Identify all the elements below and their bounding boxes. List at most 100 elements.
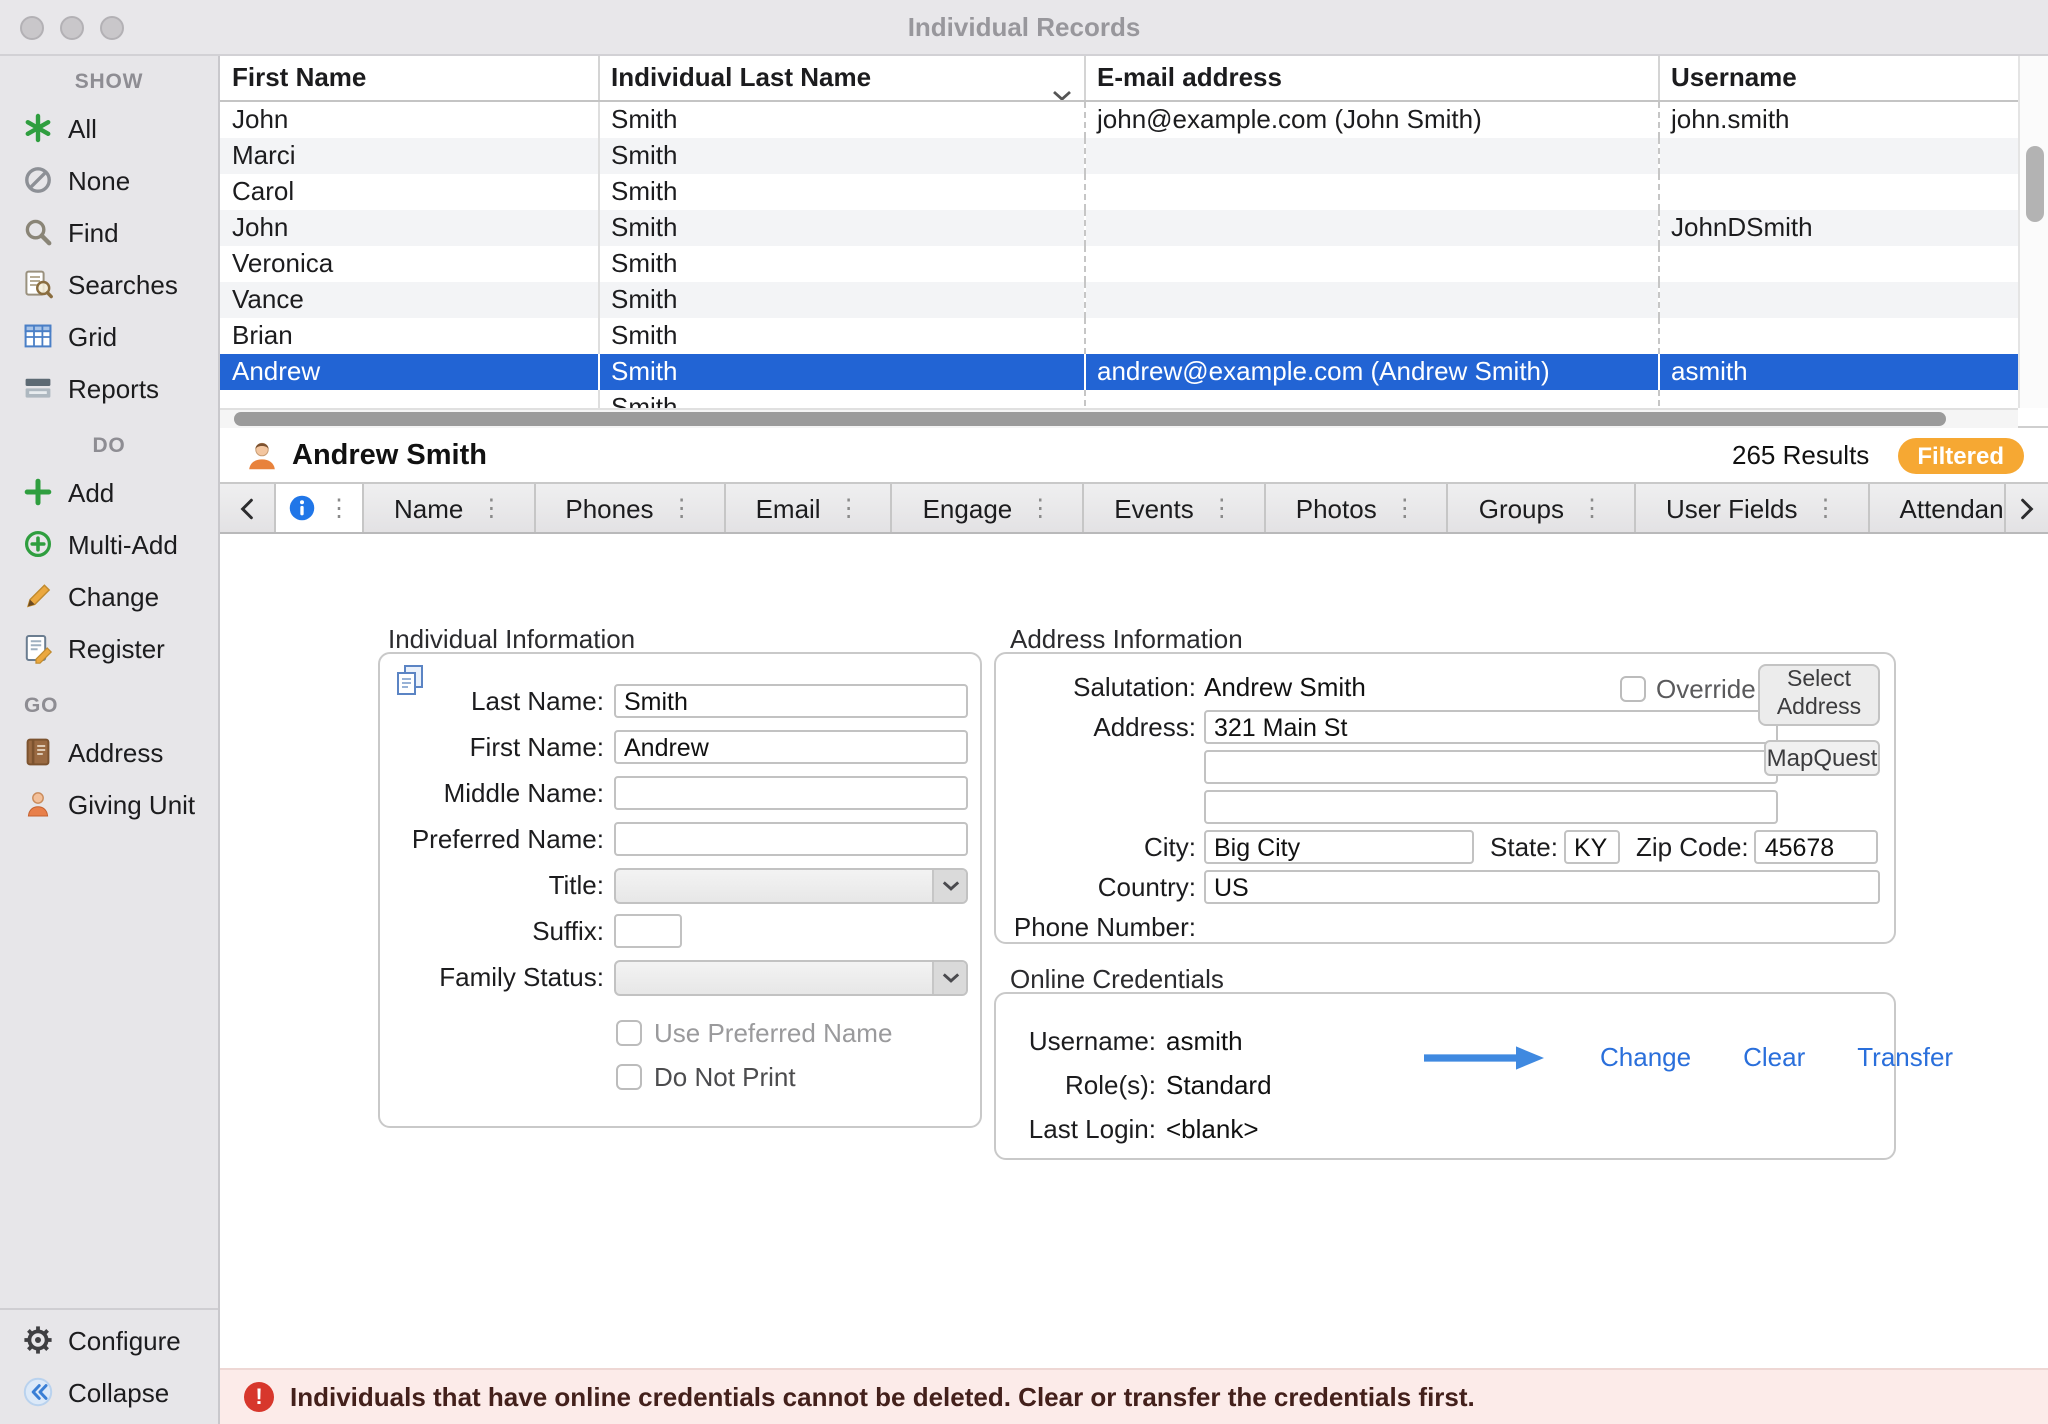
field-input-first-name[interactable] (614, 730, 968, 764)
slash-circle-icon (22, 164, 54, 196)
credential-label: Last Login: (996, 1113, 1156, 1143)
tab-menu-dots[interactable]: ⋮ (1814, 496, 1838, 520)
table-row[interactable]: JohnSmithjohn@example.com (John Smith)jo… (220, 101, 2018, 138)
table-row[interactable]: BrianSmith (220, 318, 2018, 354)
sidebar-item-configure[interactable]: Configure (0, 1314, 218, 1366)
field-input-last-name[interactable] (614, 684, 968, 718)
tab-phones[interactable]: Phones⋮ (535, 484, 725, 532)
minimize-window-button[interactable] (60, 16, 84, 40)
tab-menu-dots[interactable]: ⋮ (479, 496, 503, 520)
field-select-title[interactable] (614, 867, 968, 903)
tab-menu-dots[interactable]: ⋮ (837, 496, 861, 520)
tab-menu-dots[interactable]: ⋮ (327, 496, 351, 520)
sidebar-item-register[interactable]: Register (0, 622, 218, 674)
vertical-scrollbar-thumb[interactable] (2026, 146, 2044, 222)
tab-photos[interactable]: Photos⋮ (1266, 484, 1449, 532)
sidebar-item-label: Grid (68, 321, 117, 351)
field-row-title: Title: (380, 862, 968, 908)
table-row[interactable]: CarolSmith (220, 174, 2018, 210)
checkbox-do-not-print[interactable]: Do Not Print (616, 1054, 892, 1098)
override-checkbox[interactable]: Override (1620, 674, 1756, 704)
table-row[interactable]: VanceSmith (220, 282, 2018, 318)
sidebar-item-label: None (68, 165, 130, 195)
tab-name[interactable]: Name⋮ (364, 484, 535, 532)
tab-menu-dots[interactable]: ⋮ (1028, 496, 1052, 520)
tab-menu-dots[interactable]: ⋮ (1393, 496, 1417, 520)
pencil-icon (22, 580, 54, 612)
sidebar-item-none[interactable]: None (0, 154, 218, 206)
sidebar-item-label: All (68, 113, 97, 143)
tab-info[interactable]: ⋮ (276, 484, 364, 532)
tab-groups[interactable]: Groups⋮ (1449, 484, 1636, 532)
credential-actions: Change Clear Transfer (1420, 1042, 1953, 1072)
address-line1-input[interactable] (1204, 710, 1778, 744)
column-header-label: Individual Last Name (611, 62, 871, 92)
filtered-badge[interactable]: Filtered (1897, 437, 2024, 473)
sidebar-item-add[interactable]: Add (0, 466, 218, 518)
tabs-forward-button[interactable] (2004, 484, 2048, 532)
address-line3-input[interactable] (1204, 790, 1778, 824)
sidebar-item-collapse[interactable]: Collapse (0, 1366, 218, 1418)
cell-last-name: Smith (598, 138, 1084, 174)
record-detail-content: Individual Information Last Name:First N… (220, 534, 2048, 1368)
table-row[interactable]: AndrewSmithandrew@example.com (Andrew Sm… (220, 354, 2018, 390)
field-input-middle-name[interactable] (614, 776, 968, 810)
mapquest-button[interactable]: MapQuest (1764, 740, 1880, 776)
address-line2-input[interactable] (1204, 750, 1778, 784)
sidebar-item-grid[interactable]: Grid (0, 310, 218, 362)
credentials-clear-link[interactable]: Clear (1743, 1042, 1805, 1072)
sidebar-item-searches[interactable]: Searches (0, 258, 218, 310)
sidebar-item-giving-unit[interactable]: Giving Unit (0, 778, 218, 830)
sidebar-item-all[interactable]: All (0, 102, 218, 154)
zoom-window-button[interactable] (100, 16, 124, 40)
tab-events[interactable]: Events⋮ (1084, 484, 1266, 532)
field-select-family-status[interactable] (614, 959, 968, 995)
credentials-change-link[interactable]: Change (1600, 1042, 1691, 1072)
sidebar-item-find[interactable]: Find (0, 206, 218, 258)
vertical-scrollbar[interactable] (2018, 56, 2048, 408)
gear-icon (22, 1324, 54, 1356)
horizontal-scrollbar-thumb[interactable] (234, 412, 1946, 426)
select-address-button[interactable]: Select Address (1758, 664, 1880, 726)
credentials-transfer-link[interactable]: Transfer (1857, 1042, 1953, 1072)
tab-user-fields[interactable]: User Fields ⋮ (1636, 484, 1870, 532)
table-row[interactable]: VeronicaSmith (220, 246, 2018, 282)
sidebar-item-address[interactable]: Address (0, 726, 218, 778)
field-input-suffix[interactable] (614, 914, 682, 948)
tab-engage[interactable]: Engage ⋮ (893, 484, 1085, 532)
chevron-down-icon (932, 961, 966, 993)
table-row[interactable]: MarciSmith (220, 138, 2018, 174)
tab-menu-dots[interactable]: ⋮ (1580, 496, 1604, 520)
column-header-label: Username (1671, 62, 1797, 92)
tab-label: Engage (923, 493, 1013, 523)
checkbox-use-preferred-name[interactable]: Use Preferred Name (616, 1010, 892, 1054)
tab-email[interactable]: Email⋮ (726, 484, 893, 532)
tab-menu-dots[interactable]: ⋮ (670, 496, 694, 520)
tabs-back-button[interactable] (220, 484, 276, 532)
tab-menu-dots[interactable]: ⋮ (1210, 496, 1234, 520)
sidebar-item-change[interactable]: Change (0, 570, 218, 622)
table-row[interactable]: Smith (220, 390, 2018, 408)
close-window-button[interactable] (20, 16, 44, 40)
sidebar-item-multi-add[interactable]: Multi-Add (0, 518, 218, 570)
field-row-first-name: First Name: (380, 724, 968, 770)
column-header-individual-last-name[interactable]: Individual Last Name (598, 56, 1084, 101)
tab-label: User Fields (1666, 493, 1798, 523)
zip-input[interactable] (1755, 830, 1879, 864)
field-label: Suffix: (392, 916, 604, 946)
column-header-first-name[interactable]: First Name (220, 56, 598, 101)
tab-attendance[interactable]: Attendance⋮ (1870, 484, 2005, 532)
column-header-e-mail-address[interactable]: E-mail address (1084, 56, 1658, 101)
sidebar-item-reports[interactable]: Reports (0, 362, 218, 414)
field-input-preferred-name[interactable] (614, 822, 968, 856)
plus-icon (22, 476, 54, 508)
cell-last-name: Smith (598, 210, 1084, 246)
city-input[interactable] (1204, 830, 1474, 864)
horizontal-scrollbar[interactable] (220, 408, 2018, 428)
column-header-username[interactable]: Username (1658, 56, 2018, 101)
table-row[interactable]: JohnSmithJohnDSmith (220, 210, 2018, 246)
address-label: Address: (996, 712, 1196, 742)
state-input[interactable] (1564, 830, 1620, 864)
country-input[interactable] (1204, 870, 1880, 904)
cell-last-name: Smith (598, 282, 1084, 318)
